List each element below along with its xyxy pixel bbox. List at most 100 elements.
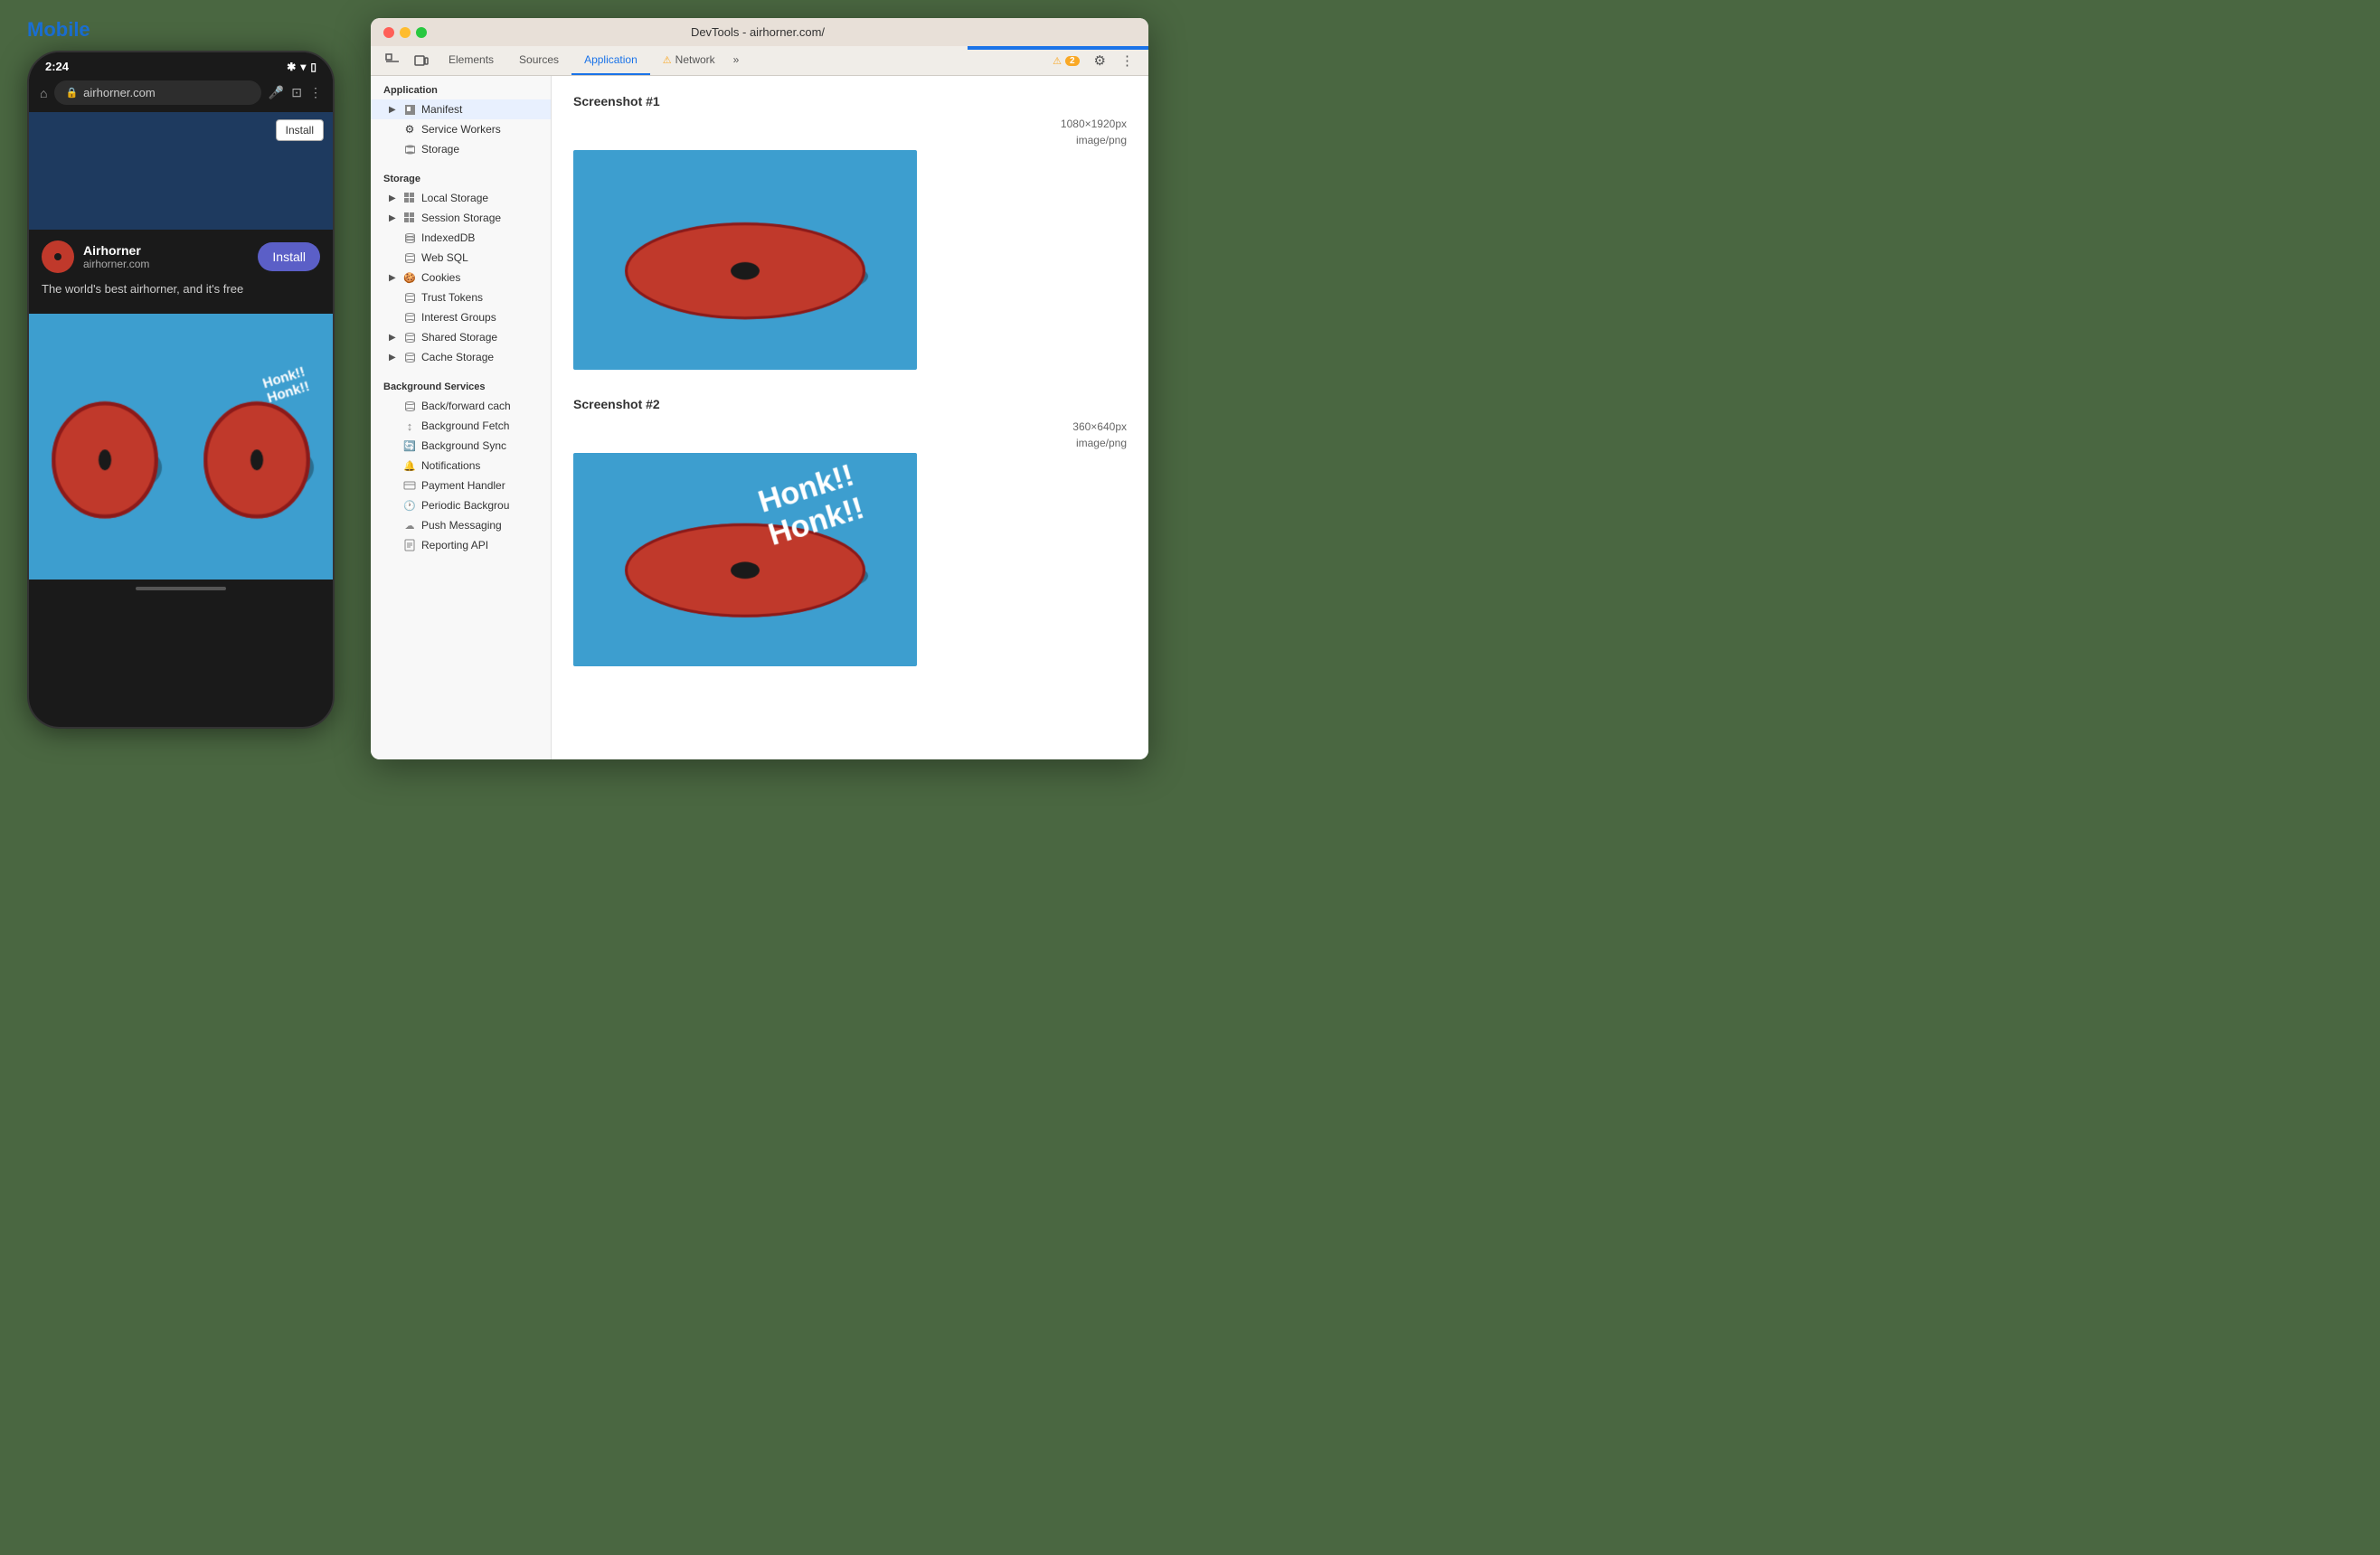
close-button[interactable] xyxy=(383,27,394,38)
badge-count: 2 xyxy=(1065,56,1080,66)
sidebar-section-storage: Storage xyxy=(371,165,551,188)
screenshot-2-title: Screenshot #2 xyxy=(573,397,1127,411)
tab-elements[interactable]: Elements xyxy=(436,46,506,75)
service-workers-label: Service Workers xyxy=(421,123,501,136)
trust-tokens-label: Trust Tokens xyxy=(421,291,483,304)
devtools-window: DevTools - airhorner.com/ Elements Sourc… xyxy=(371,18,1148,759)
sidebar-item-bg-sync[interactable]: ▶ 🔄 Background Sync xyxy=(371,436,551,456)
sidebar-item-service-workers[interactable]: ▶ ⚙ Service Workers xyxy=(371,119,551,139)
maximize-button[interactable] xyxy=(416,27,427,38)
indexeddb-icon xyxy=(403,231,416,244)
bg-sync-label: Background Sync xyxy=(421,439,506,452)
sidebar-item-back-forward[interactable]: ▶ Back/forward cach xyxy=(371,396,551,416)
shared-storage-label: Shared Storage xyxy=(421,331,497,344)
reporting-label: Reporting API xyxy=(421,539,488,551)
sidebar-item-notifications[interactable]: ▶ 🔔 Notifications xyxy=(371,456,551,476)
home-icon: ⌂ xyxy=(40,86,47,100)
interest-groups-label: Interest Groups xyxy=(421,311,496,324)
screenshot-2-preview xyxy=(573,453,917,666)
sidebar-item-indexeddb[interactable]: ▶ IndexedDB xyxy=(371,228,551,248)
sidebar-item-local-storage[interactable]: ▶ Local Storage xyxy=(371,188,551,208)
devtools-body: Application ▶ Manifest ▶ ⚙ Service Worke… xyxy=(371,76,1148,759)
sidebar-item-shared-storage[interactable]: ▶ Shared Storage xyxy=(371,327,551,347)
cache-storage-icon xyxy=(403,351,416,363)
app-icon xyxy=(42,240,74,273)
warning-badge[interactable]: ⚠ 2 xyxy=(1045,52,1086,71)
payment-icon xyxy=(403,479,416,492)
time-display: 2:24 xyxy=(45,60,69,73)
mic-icon: 🎤 xyxy=(269,85,284,100)
settings-button[interactable]: ⚙ xyxy=(1087,47,1113,74)
screenshot-1-preview xyxy=(573,150,917,370)
app-name: Airhorner xyxy=(83,243,249,258)
sidebar-item-bg-fetch[interactable]: ▶ ↕ Background Fetch xyxy=(371,416,551,436)
screenshot-1-section: Screenshot #1 1080×1920px image/png xyxy=(573,94,1127,370)
titlebar: DevTools - airhorner.com/ xyxy=(371,18,1148,46)
content-area: Install xyxy=(29,112,333,230)
install-description: The world's best airhorner, and it's fre… xyxy=(42,278,320,303)
tab-application[interactable]: Application xyxy=(571,46,650,75)
install-top-button[interactable]: Install xyxy=(276,119,324,141)
screenshot-thumb-2 xyxy=(181,314,333,580)
sidebar-item-payment[interactable]: ▶ Payment Handler xyxy=(371,476,551,495)
inspect-icon-btn[interactable] xyxy=(378,48,407,73)
local-storage-label: Local Storage xyxy=(421,192,488,204)
active-tab-indicator xyxy=(968,46,1148,50)
sidebar-item-session-storage[interactable]: ▶ Session Storage xyxy=(371,208,551,228)
sidebar-item-trust-tokens[interactable]: ▶ Trust Tokens xyxy=(371,287,551,307)
notifications-icon: 🔔 xyxy=(403,459,416,472)
cookies-arrow: ▶ xyxy=(389,273,398,283)
sidebar-item-cache-storage[interactable]: ▶ Cache Storage xyxy=(371,347,551,367)
sidebar-item-push[interactable]: ▶ ☁ Push Messaging xyxy=(371,515,551,535)
sidebar-item-cookies[interactable]: ▶ 🍪 Cookies xyxy=(371,268,551,287)
tab-sources[interactable]: Sources xyxy=(506,46,571,75)
storage-icon xyxy=(403,143,416,156)
notifications-label: Notifications xyxy=(421,459,480,472)
more-button[interactable]: ⋮ xyxy=(1113,47,1141,74)
sidebar-item-interest-groups[interactable]: ▶ Interest Groups xyxy=(371,307,551,327)
tab-more[interactable]: » xyxy=(728,46,745,75)
tab-network[interactable]: ⚠ Network xyxy=(650,46,728,75)
sidebar-item-storage[interactable]: ▶ Storage xyxy=(371,139,551,159)
sidebar-item-periodic[interactable]: ▶ 🕐 Periodic Backgrou xyxy=(371,495,551,515)
service-workers-icon: ⚙ xyxy=(403,123,416,136)
screenshot-2-type: image/png xyxy=(573,437,1127,449)
phone-frame: 2:24 ✱ ▾ ▯ ⌂ 🔒 airhorner.com 🎤 ⊡ ⋮ Insta… xyxy=(27,51,335,729)
periodic-icon: 🕐 xyxy=(403,499,416,512)
sidebar-item-manifest[interactable]: ▶ Manifest xyxy=(371,99,551,119)
app-domain: airhorner.com xyxy=(83,258,249,270)
manifest-icon xyxy=(403,103,416,116)
bg-fetch-icon: ↕ xyxy=(403,419,416,432)
web-sql-icon xyxy=(403,251,416,264)
push-label: Push Messaging xyxy=(421,519,502,532)
battery-icon: ▯ xyxy=(310,61,316,73)
sidebar-item-web-sql[interactable]: ▶ Web SQL xyxy=(371,248,551,268)
status-icons: ✱ ▾ ▯ xyxy=(287,61,316,73)
traffic-lights xyxy=(383,27,427,38)
devtools-tabs: Elements Sources Application ⚠ Network »… xyxy=(371,46,1148,76)
screenshot-2-dimensions: 360×640px xyxy=(573,420,1127,433)
manifest-label: Manifest xyxy=(421,103,462,116)
bg-sync-icon: 🔄 xyxy=(403,439,416,452)
bg-fetch-label: Background Fetch xyxy=(421,419,509,432)
more-icon: ⋮ xyxy=(309,85,322,100)
tab-icon: ⊡ xyxy=(291,85,302,100)
screenshot-2-section: Screenshot #2 360×640px image/png xyxy=(573,397,1127,666)
storage-label: Storage xyxy=(421,143,459,156)
sidebar-item-reporting[interactable]: ▶ Reporting API xyxy=(371,535,551,555)
install-banner-button[interactable]: Install xyxy=(258,242,320,271)
device-toggle-btn[interactable] xyxy=(407,48,436,73)
status-bar: 2:24 ✱ ▾ ▯ xyxy=(29,52,333,77)
url-bar[interactable]: 🔒 airhorner.com xyxy=(54,80,260,105)
shared-storage-icon xyxy=(403,331,416,344)
screenshot-1-type: image/png xyxy=(573,134,1127,146)
cache-storage-label: Cache Storage xyxy=(421,351,494,363)
minimize-button[interactable] xyxy=(400,27,411,38)
screenshots-row xyxy=(29,314,333,580)
session-storage-icon xyxy=(403,212,416,224)
address-bar: ⌂ 🔒 airhorner.com 🎤 ⊡ ⋮ xyxy=(29,77,333,112)
ss-arrow: ▶ xyxy=(389,213,398,223)
cookies-label: Cookies xyxy=(421,271,460,284)
screenshot-thumb-1 xyxy=(29,314,181,580)
session-storage-label: Session Storage xyxy=(421,212,501,224)
